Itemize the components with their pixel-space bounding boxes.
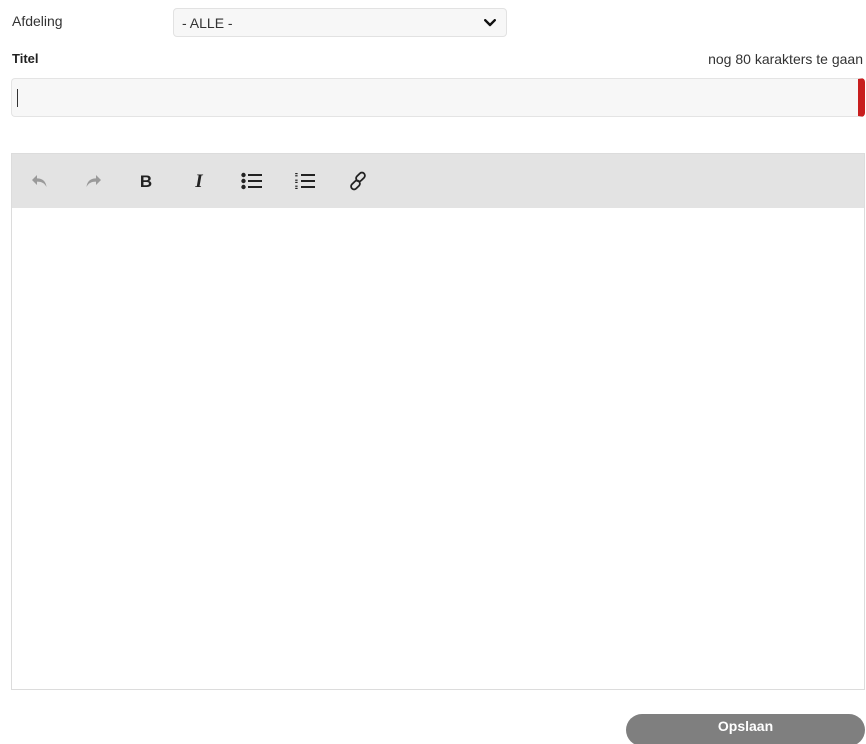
department-label: Afdeling (12, 13, 63, 29)
editor-content-area[interactable] (12, 208, 864, 689)
italic-button[interactable]: I (187, 169, 211, 193)
redo-button[interactable] (81, 169, 105, 193)
rich-text-editor: B I (11, 153, 865, 690)
editor-toolbar: B I (12, 154, 864, 208)
undo-icon (32, 175, 47, 187)
department-select-value: - ALLE - (182, 14, 233, 31)
numbered-list-icon (295, 173, 315, 189)
chevron-down-icon (484, 18, 496, 27)
message-form: Afdeling - ALLE - Titel nog 80 karakters… (0, 0, 866, 744)
bold-button[interactable]: B (134, 169, 158, 193)
link-button[interactable] (346, 169, 370, 193)
numbered-list-button[interactable] (293, 169, 317, 193)
svg-text:B: B (140, 172, 152, 190)
title-character-counter: nog 80 karakters te gaan (708, 51, 863, 67)
bullet-list-icon (241, 172, 262, 190)
title-input[interactable] (11, 78, 865, 117)
bold-icon: B (140, 172, 152, 190)
title-label: Titel (12, 51, 39, 66)
text-caret (17, 89, 18, 107)
link-icon (350, 171, 366, 191)
undo-button[interactable] (28, 169, 52, 193)
department-select[interactable]: - ALLE - (173, 8, 507, 37)
save-button[interactable]: Opslaan (626, 714, 865, 744)
bullet-list-button[interactable] (240, 169, 264, 193)
svg-text:I: I (194, 172, 203, 190)
redo-icon (86, 175, 101, 187)
italic-icon: I (194, 172, 203, 190)
